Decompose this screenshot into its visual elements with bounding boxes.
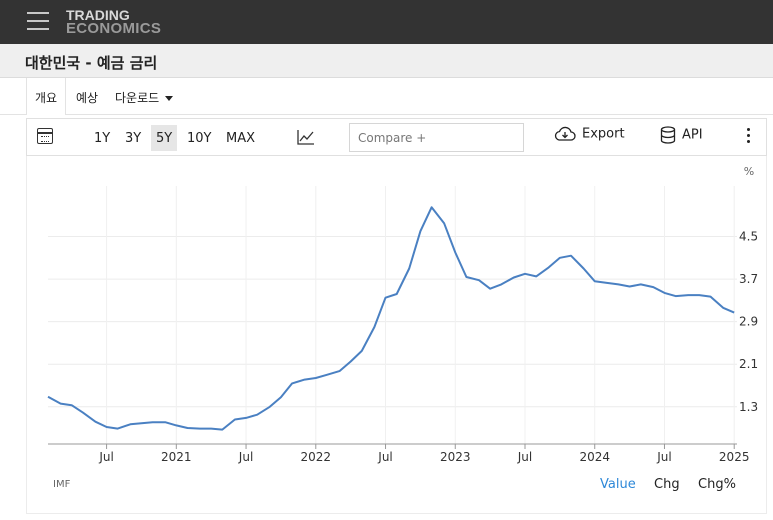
x-tick-label: Jul — [377, 450, 392, 464]
chart-toolbar: 1Y 3Y 5Y 10Y MAX Export API — [26, 118, 767, 156]
data-source: IMF — [53, 479, 71, 490]
tab-bar: 개요 예상 다운로드 — [0, 78, 773, 115]
export-label: Export — [582, 126, 625, 142]
range-max-button[interactable]: MAX — [221, 125, 260, 151]
range-3y-button[interactable]: 3Y — [120, 125, 146, 151]
x-tick-label: Jul — [238, 450, 253, 464]
y-tick-label: 4.5 — [739, 230, 758, 244]
y-tick-label: 2.9 — [739, 315, 758, 329]
y-unit-label: % — [744, 165, 754, 178]
tab-download[interactable]: 다운로드 — [115, 89, 174, 106]
x-tick-label: 2024 — [579, 450, 610, 464]
page-title-bar: 대한민국 - 예금 금리 — [0, 44, 773, 78]
calendar-icon[interactable] — [37, 128, 53, 144]
api-button[interactable]: API — [660, 126, 703, 144]
x-tick-label: 2025 — [719, 450, 750, 464]
more-vertical-icon[interactable] — [746, 128, 752, 146]
y-tick-label: 1.3 — [739, 400, 758, 414]
x-tick-label: Jul — [98, 450, 113, 464]
y-tick-label: 2.1 — [739, 357, 758, 371]
compare-input[interactable] — [349, 123, 524, 152]
hamburger-menu-icon[interactable] — [27, 12, 49, 32]
series-line — [47, 206, 735, 431]
export-button[interactable]: Export — [554, 126, 625, 142]
x-tick-label: Jul — [517, 450, 532, 464]
chg-percent-mode-button[interactable]: Chg% — [698, 477, 736, 492]
tab-forecast[interactable]: 예상 — [76, 89, 98, 106]
range-1y-button[interactable]: 1Y — [89, 125, 115, 151]
chart-panel: % 1.3 2.1 2.9 3.7 4.5 Jul 2021 Jul 2022 Jul 2023 Jul… — [26, 156, 767, 514]
x-tick-label: 2021 — [161, 450, 192, 464]
top-navigation-bar: TRADING ECONOMICS — [0, 0, 773, 44]
logo-line-2: ECONOMICS — [66, 20, 162, 37]
chg-mode-button[interactable]: Chg — [654, 477, 680, 492]
range-5y-button[interactable]: 5Y — [151, 125, 178, 151]
deposit-rate-chart: % 1.3 2.1 2.9 3.7 4.5 Jul 2021 Jul 2022 Jul 2023 Jul… — [47, 165, 758, 464]
y-tick-label: 3.7 — [739, 272, 758, 286]
x-tick-label: 2023 — [440, 450, 471, 464]
trading-economics-logo[interactable]: TRADING ECONOMICS — [66, 8, 162, 37]
tab-overview[interactable]: 개요 — [26, 78, 67, 115]
page-title: 대한민국 - 예금 금리 — [25, 54, 158, 72]
x-tick-label: 2022 — [301, 450, 332, 464]
database-icon — [660, 126, 676, 144]
caret-down-icon — [165, 96, 174, 101]
line-chart-icon[interactable] — [297, 129, 315, 145]
api-label: API — [682, 127, 703, 143]
cloud-download-icon — [554, 126, 576, 141]
x-tick-label: Jul — [656, 450, 671, 464]
range-10y-button[interactable]: 10Y — [182, 125, 216, 151]
value-mode-button[interactable]: Value — [600, 477, 636, 492]
tab-download-label: 다운로드 — [115, 91, 160, 105]
